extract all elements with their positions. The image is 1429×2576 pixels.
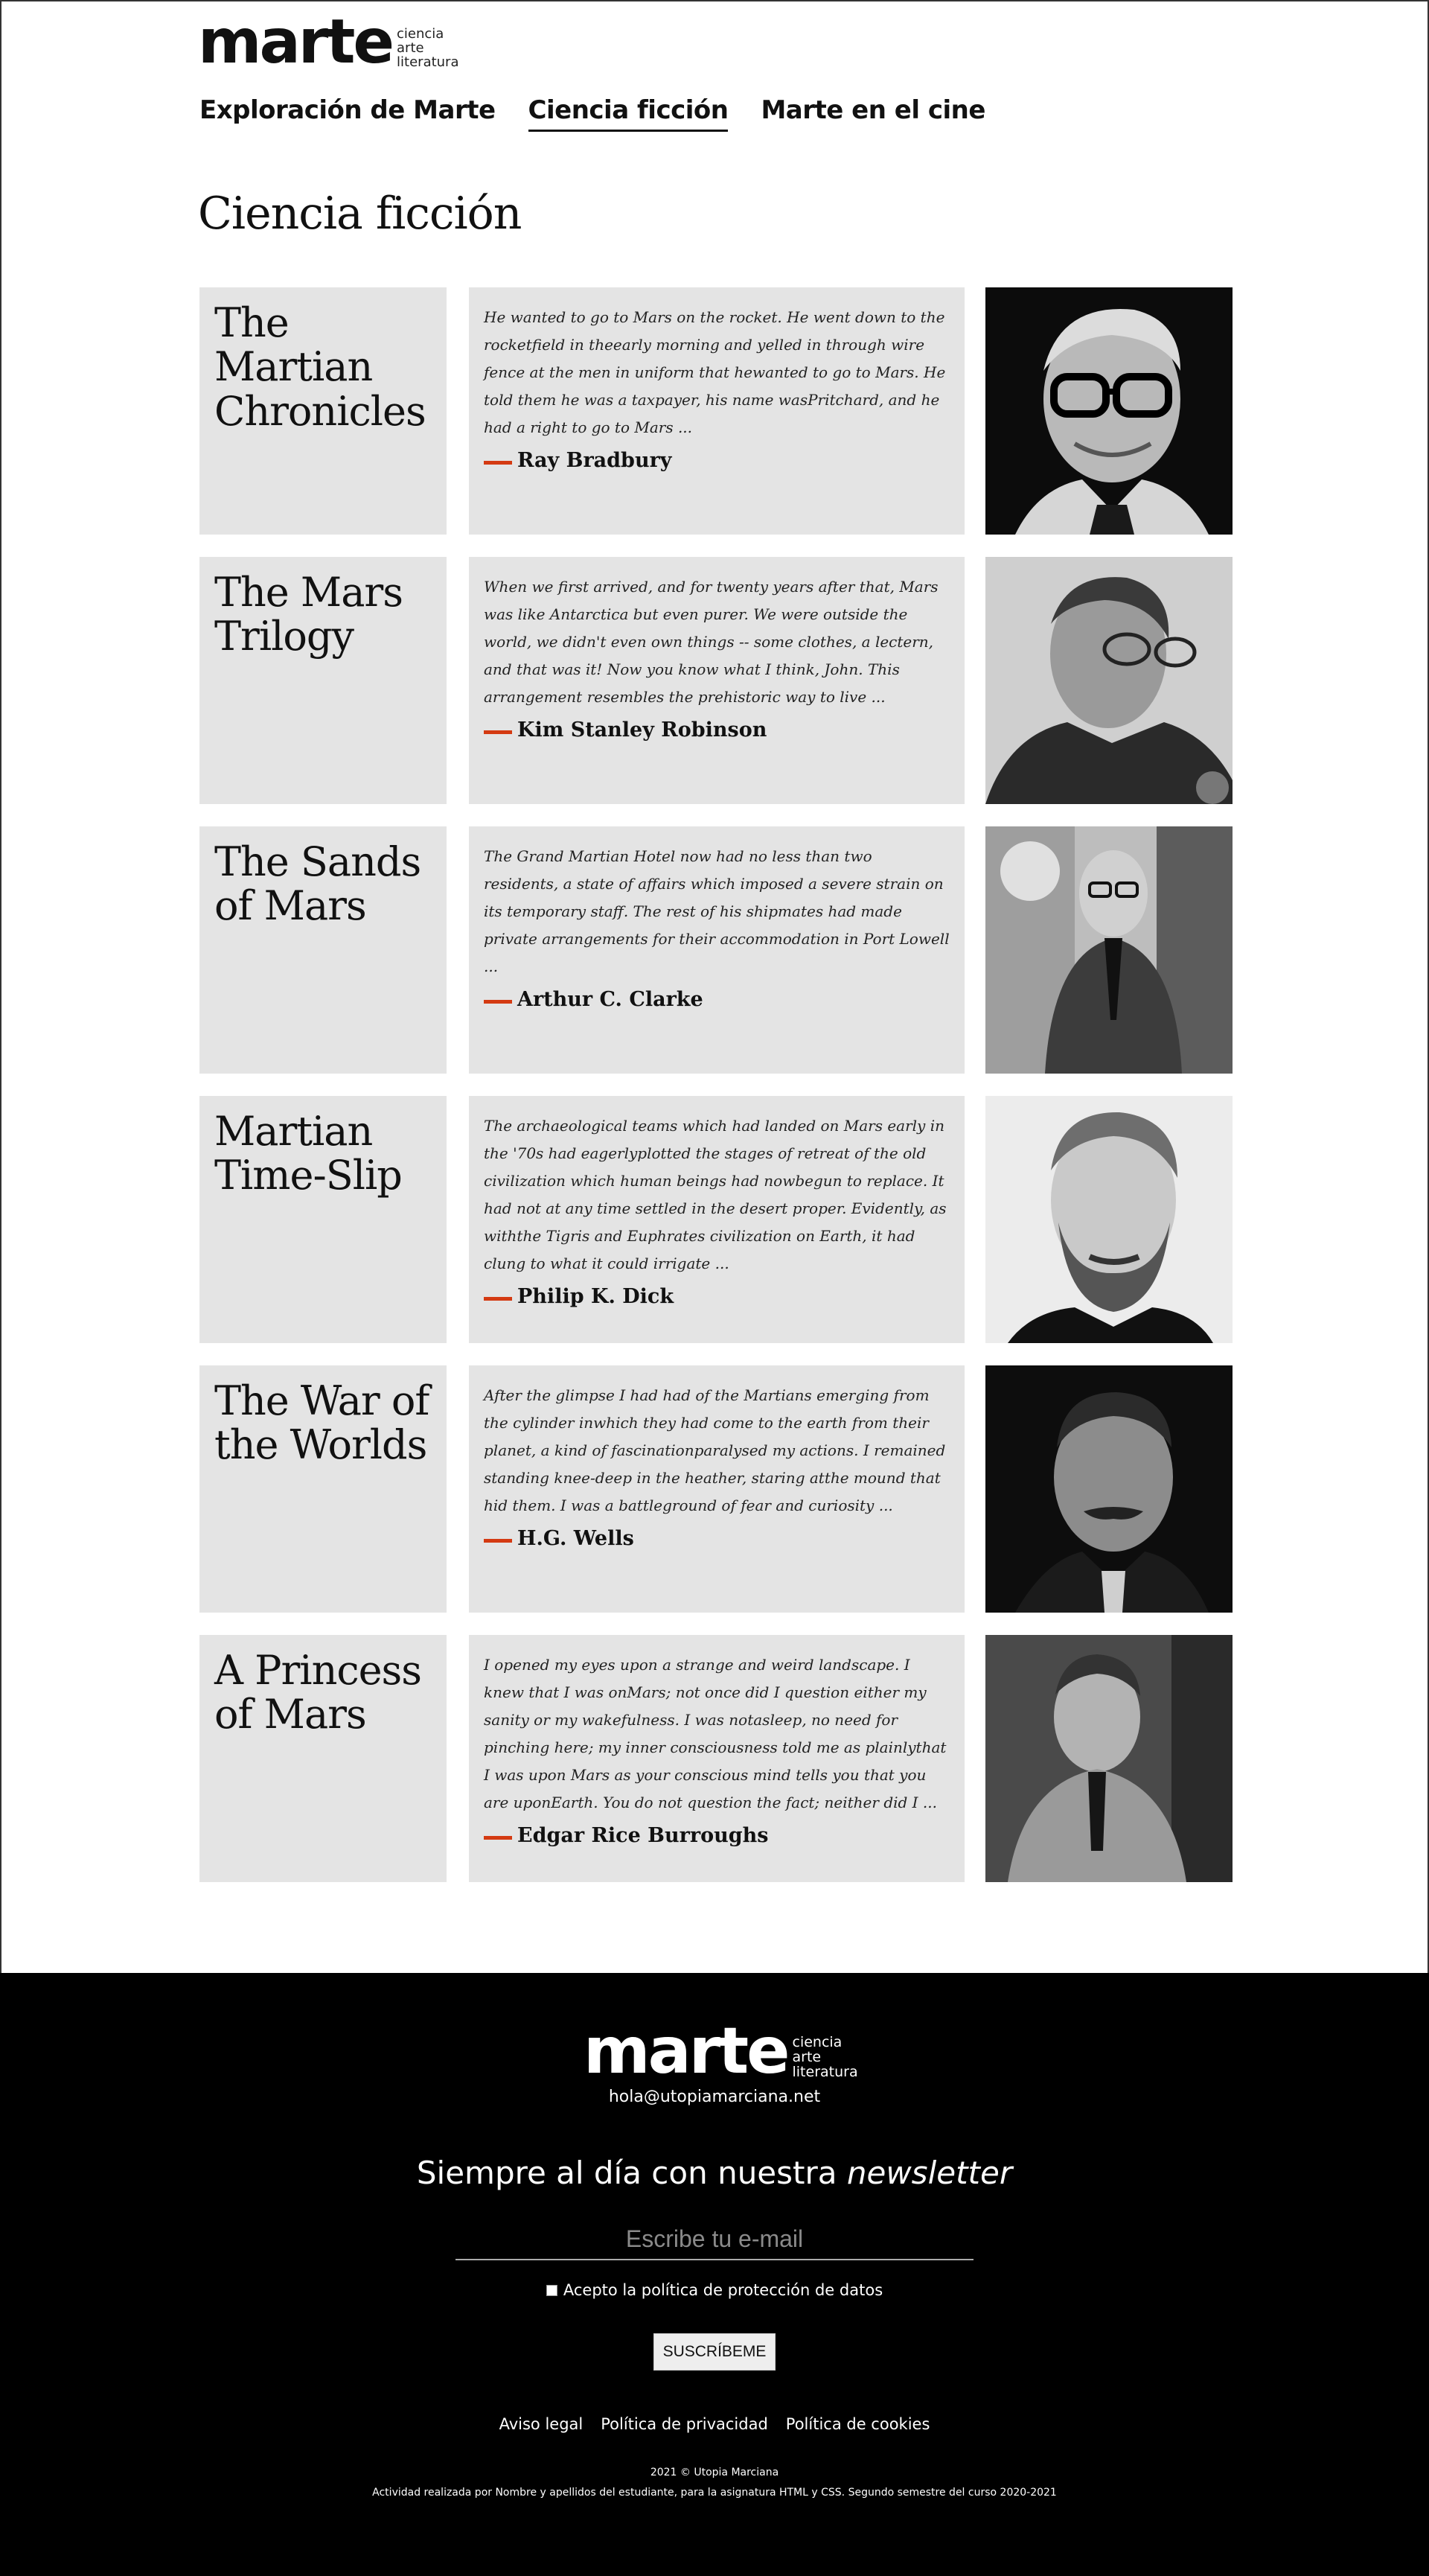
newsletter-heading-emphasis: newsletter: [846, 2155, 1013, 2191]
author-name: Philip K. Dick: [517, 1285, 674, 1308]
book-title-card: A Princess of Mars: [199, 1635, 447, 1882]
author-photo: [985, 1365, 1233, 1613]
author-dash-icon: [484, 1000, 512, 1004]
newsletter-heading: Siempre al día con nuestra newsletter: [0, 2155, 1429, 2191]
privacy-consent-checkbox[interactable]: [546, 2284, 557, 2296]
book-title: The War of the Worlds: [214, 1377, 429, 1469]
newsletter-heading-text: Siempre al día con nuestra: [416, 2155, 837, 2191]
subscribe-button[interactable]: SUSCRÍBEME: [653, 2333, 776, 2371]
site-logo[interactable]: marte ciencia arte literatura: [198, 12, 459, 73]
book-quote: I opened my eyes upon a strange and weir…: [484, 1656, 947, 1811]
book-title-card: The Martian Chronicles: [199, 287, 447, 535]
logo-wordmark: marte: [584, 2014, 790, 2088]
author-photo: [985, 557, 1233, 804]
contact-email-link[interactable]: hola@utopiamarciana.net: [0, 2088, 1429, 2106]
logo-wordmark: marte: [198, 7, 394, 77]
author-portrait-image: [985, 287, 1233, 535]
author-name: Arthur C. Clarke: [517, 988, 703, 1011]
author-dash-icon: [484, 730, 512, 734]
book-entry: The Martian Chronicles He wanted to go t…: [199, 287, 1233, 535]
nav-ciencia-ficcion[interactable]: Ciencia ficción: [528, 95, 729, 132]
book-title-card: The Mars Trilogy: [199, 557, 447, 804]
author-name: Edgar Rice Burroughs: [517, 1824, 769, 1847]
tagline-ciencia: ciencia: [792, 2034, 843, 2051]
book-title: The Sands of Mars: [214, 838, 421, 930]
tagline-arte: arte: [792, 2049, 822, 2066]
author-dash-icon: [484, 1297, 512, 1301]
legal-link-aviso-legal[interactable]: Aviso legal: [499, 2415, 584, 2433]
tagline-literatura: literatura: [397, 54, 459, 71]
book-quote-card: After the glimpse I had had of the Marti…: [469, 1365, 965, 1613]
book-list: The Martian Chronicles He wanted to go t…: [199, 287, 1233, 1904]
author-photo: [985, 826, 1233, 1074]
book-entry: The Sands of Mars The Grand Martian Hote…: [199, 826, 1233, 1074]
site-footer: marte ciencia arte literatura hola@utopi…: [0, 1973, 1429, 2576]
book-entry: The War of the Worlds After the glimpse …: [199, 1365, 1233, 1613]
book-title: The Martian Chronicles: [214, 299, 426, 435]
author-dash-icon: [484, 461, 512, 465]
author-line: Edgar Rice Burroughs: [484, 1824, 950, 1847]
author-name: Kim Stanley Robinson: [517, 718, 767, 742]
copyright: 2021 © Utopia Marciana: [650, 2467, 779, 2478]
book-quote-card: The Grand Martian Hotel now had no less …: [469, 826, 965, 1074]
book-quote-card: He wanted to go to Mars on the rocket. H…: [469, 287, 965, 535]
book-quote-card: I opened my eyes upon a strange and weir…: [469, 1635, 965, 1882]
book-quote: He wanted to go to Mars on the rocket. H…: [484, 308, 946, 436]
nav-exploracion-de-marte[interactable]: Exploración de Marte: [199, 95, 496, 132]
author-name: H.G. Wells: [517, 1527, 634, 1550]
legal-link-privacidad[interactable]: Política de privacidad: [601, 2415, 768, 2433]
author-dash-icon: [484, 1539, 512, 1543]
author-line: Kim Stanley Robinson: [484, 718, 950, 742]
book-entry: The Mars Trilogy When we first arrived, …: [199, 557, 1233, 804]
logo-tagline: ciencia arte literatura: [397, 27, 459, 71]
book-quote-card: When we first arrived, and for twenty ye…: [469, 557, 965, 804]
book-title-card: The War of the Worlds: [199, 1365, 447, 1613]
footer-logo[interactable]: marte ciencia arte literatura: [584, 2019, 858, 2083]
book-title: The Mars Trilogy: [214, 569, 403, 660]
book-entry: A Princess of Mars I opened my eyes upon…: [199, 1635, 1233, 1882]
privacy-consent[interactable]: Acepto la política de protección de dato…: [0, 2281, 1429, 2299]
author-name: Ray Bradbury: [517, 449, 672, 472]
author-portrait-image: [985, 1635, 1233, 1882]
page-frame: marte ciencia arte literatura Exploració…: [0, 0, 1429, 1973]
privacy-consent-label: Acepto la política de protección de dato…: [563, 2281, 883, 2299]
book-entry: Martian Time-Slip The archaeological tea…: [199, 1096, 1233, 1343]
author-portrait-image: [985, 557, 1233, 804]
author-portrait-image: [985, 1096, 1233, 1343]
book-title-card: Martian Time-Slip: [199, 1096, 447, 1343]
author-line: Ray Bradbury: [484, 449, 950, 472]
credit-line: Actividad realizada por Nombre y apellid…: [372, 2487, 1057, 2499]
newsletter-email-input[interactable]: [455, 2219, 974, 2260]
author-photo: [985, 1096, 1233, 1343]
author-portrait-image: [985, 1365, 1233, 1613]
nav-marte-en-el-cine[interactable]: Marte en el cine: [761, 95, 985, 132]
book-quote-card: The archaeological teams which had lande…: [469, 1096, 965, 1343]
main-nav: Exploración de Marte Ciencia ficción Mar…: [199, 95, 985, 132]
book-title: A Princess of Mars: [214, 1647, 422, 1738]
author-dash-icon: [484, 1836, 512, 1840]
tagline-literatura: literatura: [792, 2064, 858, 2081]
author-line: Philip K. Dick: [484, 1285, 950, 1308]
book-title: Martian Time-Slip: [214, 1108, 403, 1199]
author-photo: [985, 1635, 1233, 1882]
author-line: H.G. Wells: [484, 1527, 950, 1550]
book-quote: The archaeological teams which had lande…: [484, 1117, 947, 1272]
legal-links: Aviso legal Política de privacidad Polít…: [0, 2415, 1429, 2433]
book-title-card: The Sands of Mars: [199, 826, 447, 1074]
logo-tagline: ciencia arte literatura: [793, 2035, 858, 2080]
author-line: Arthur C. Clarke: [484, 988, 950, 1011]
author-portrait-image: [985, 826, 1233, 1074]
book-quote: The Grand Martian Hotel now had no less …: [484, 847, 950, 975]
book-quote: When we first arrived, and for twenty ye…: [484, 578, 939, 706]
book-quote: After the glimpse I had had of the Marti…: [484, 1386, 946, 1514]
legal-link-cookies[interactable]: Política de cookies: [786, 2415, 930, 2433]
author-photo: [985, 287, 1233, 535]
page-title: Ciencia ficción: [198, 188, 522, 240]
